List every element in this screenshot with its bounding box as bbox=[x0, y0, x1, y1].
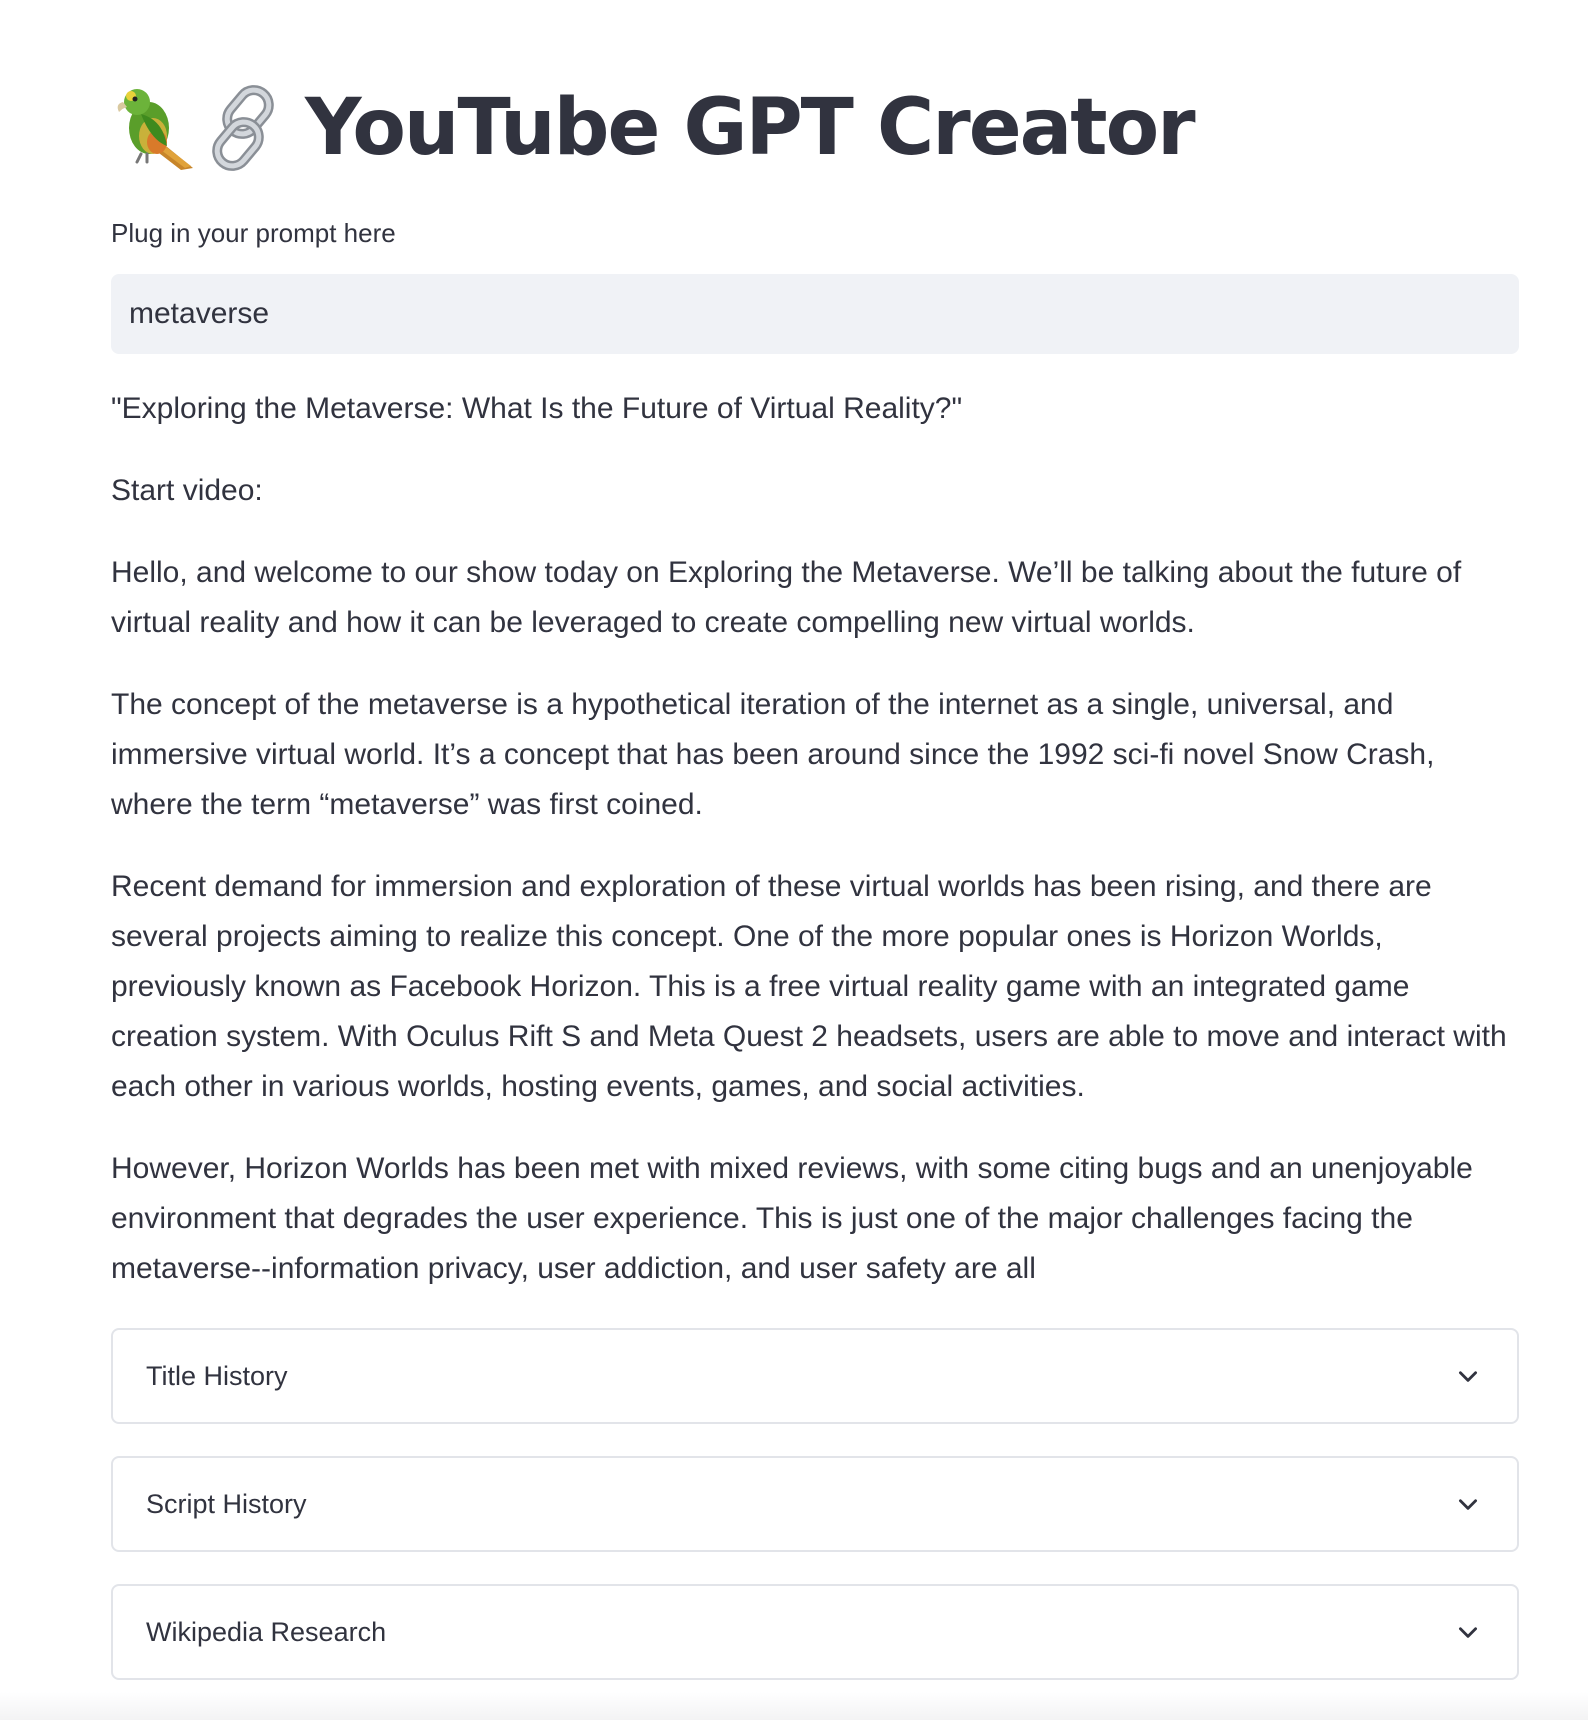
generated-title: "Exploring the Metaverse: What Is the Fu… bbox=[111, 392, 963, 425]
script-history-expander[interactable]: Script History bbox=[111, 1456, 1519, 1552]
chevron-down-icon[interactable] bbox=[1455, 1619, 1481, 1645]
page-title: YouTube GPT Creator bbox=[111, 68, 1196, 188]
prompt-input[interactable] bbox=[129, 297, 1501, 331]
expander-label: Script History bbox=[146, 1488, 307, 1519]
expander-label: Title History bbox=[146, 1360, 288, 1391]
expander-label: Wikipedia Research bbox=[146, 1616, 387, 1647]
script-paragraph: Start video: bbox=[111, 474, 263, 507]
script-paragraph: Hello, and welcome to our show today on … bbox=[111, 556, 1462, 639]
parrot-icon bbox=[111, 80, 199, 176]
prompt-input-label: Plug in your prompt here bbox=[111, 218, 396, 248]
script-paragraph: However, Horizon Worlds has been met wit… bbox=[111, 1152, 1473, 1285]
history-expanders: Title History Script History Wikipedia R… bbox=[111, 1328, 1519, 1712]
bottom-fade bbox=[0, 1692, 1588, 1720]
link-icon bbox=[203, 80, 291, 176]
script-paragraph: The concept of the metaverse is a hypoth… bbox=[111, 688, 1435, 821]
app-title: YouTube GPT Creator bbox=[305, 83, 1196, 173]
chevron-down-icon[interactable] bbox=[1455, 1363, 1481, 1389]
prompt-input-container[interactable] bbox=[111, 274, 1519, 354]
chevron-down-icon[interactable] bbox=[1455, 1491, 1481, 1517]
generated-output: "Exploring the Metaverse: What Is the Fu… bbox=[111, 384, 1519, 1326]
title-history-expander[interactable]: Title History bbox=[111, 1328, 1519, 1424]
wikipedia-research-expander[interactable]: Wikipedia Research bbox=[111, 1584, 1519, 1680]
script-paragraph: Recent demand for immersion and explorat… bbox=[111, 870, 1507, 1103]
